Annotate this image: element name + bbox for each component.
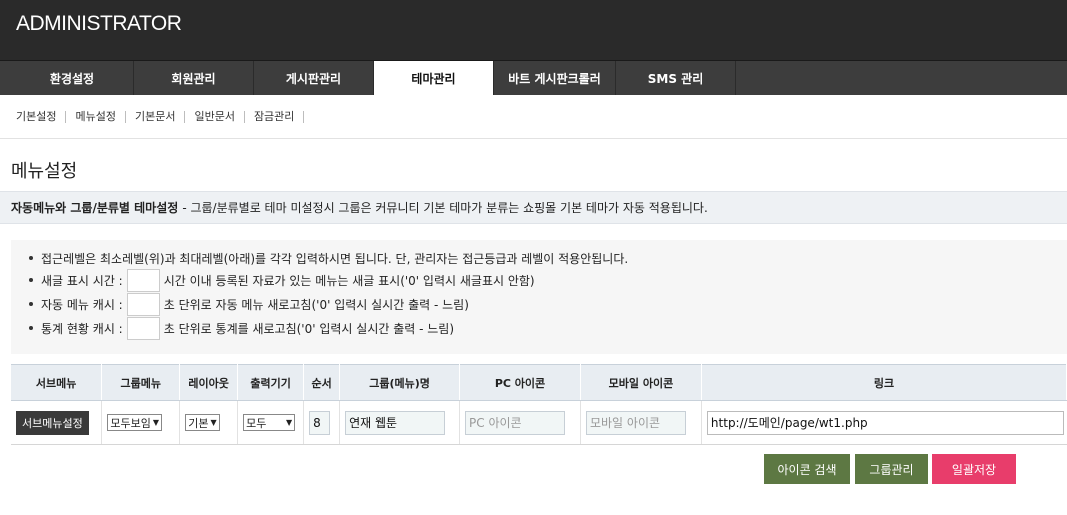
menu-cache-input[interactable] (126, 292, 160, 316)
snb-basic-docs[interactable]: 기본문서 (130, 110, 186, 123)
order-input[interactable]: 8 (309, 410, 331, 435)
top-header: ADMINISTRATOR (0, 0, 1067, 60)
dropdown-arrow-icon: ▼ (152, 418, 159, 427)
main-nav: 환경설정 회원관리 게시판관리 테마관리 바트 게시판크롤러 SMS 관리 (0, 60, 1067, 95)
notice-bar: 자동메뉴와 그룹/분류별 테마설정 - 그룹/분류별로 테마 미설정시 그룹은 … (0, 191, 1067, 224)
col-header: 그룹메뉴 (101, 364, 181, 401)
table-row: 서브메뉴설정 모두보임 ▼ 기본 ▼ 모두 ▼ 8 연재 웹툰 PC 아이콘 모바일 … (11, 400, 1067, 445)
col-header: 모바일 아이콘 (580, 364, 702, 401)
info-line-3: 자동 메뉴 캐시 : 초 단위로 자동 메뉴 새로고침('0' 입력시 실시간 … (29, 292, 1067, 316)
notice-text: - 그룹/분류별로 테마 미설정시 그룹은 커뮤니티 기본 테마가 분류는 쇼핑… (182, 201, 708, 215)
info-line-2: 새글 표시 시간 : 시간 이내 등록된 자료가 있는 메뉴는 새글 표시('0… (29, 268, 1067, 292)
icon-search-button[interactable]: 아이콘 검색 (764, 454, 850, 484)
snb-lock-management[interactable]: 잠금관리 (249, 110, 305, 123)
col-header: PC 아이콘 (459, 364, 581, 401)
tab-sms[interactable]: SMS 관리 (616, 61, 736, 95)
col-header: 그룹(메뉴)명 (339, 364, 461, 401)
info-line-4: 통계 현황 캐시 : 초 단위로 통계를 새로고침('0' 입력시 실시간 출력… (29, 316, 1067, 340)
snb-general-docs[interactable]: 일반문서 (189, 110, 245, 123)
group-manage-button[interactable]: 그룹관리 (855, 454, 928, 484)
col-header: 출력기기 (237, 364, 305, 401)
snb-basic-settings[interactable]: 기본설정 (11, 110, 67, 123)
dropdown-arrow-icon: ▼ (285, 418, 293, 427)
tab-environment[interactable]: 환경설정 (11, 61, 134, 95)
menu-name-input[interactable]: 연재 웹툰 (345, 410, 446, 435)
bullet-icon (29, 302, 33, 306)
bullet-icon (29, 256, 33, 260)
save-all-button[interactable]: 일괄저장 (932, 454, 1016, 484)
bullet-icon (29, 326, 33, 330)
action-buttons: 아이콘 검색 그룹관리 일괄저장 (0, 454, 1067, 484)
tab-boards[interactable]: 게시판관리 (254, 61, 374, 95)
dropdown-arrow-icon: ▼ (210, 418, 217, 427)
col-header: 링크 (701, 364, 1067, 401)
snb-menu-settings[interactable]: 메뉴설정 (70, 110, 126, 123)
layout-select[interactable]: 기본 ▼ (185, 414, 220, 431)
submenu-settings-button[interactable]: 서브메뉴설정 (16, 410, 89, 435)
table-header-row: 서브메뉴 그룹메뉴 레이아웃 출력기기 순서 그룹(메뉴)명 PC 아이콘 모바… (11, 364, 1067, 401)
bullet-icon (29, 278, 33, 282)
admin-title: ADMINISTRATOR (16, 12, 182, 35)
info-line-1: 접근레벨은 최소레벨(위)과 최대레벨(아래)를 각각 입력하시면 됩니다. 단… (29, 248, 1067, 268)
tab-members[interactable]: 회원관리 (134, 61, 254, 95)
col-header: 서브메뉴 (11, 364, 103, 401)
sub-nav: 기본설정 메뉴설정 기본문서 일반문서 잠금관리 (0, 95, 1067, 139)
menu-table: 서브메뉴 그룹메뉴 레이아웃 출력기기 순서 그룹(메뉴)명 PC 아이콘 모바… (11, 364, 1067, 445)
link-input[interactable]: http://도메인/page/wt1.php (706, 410, 1064, 435)
new-post-hours-input[interactable] (126, 268, 160, 292)
page-title: 메뉴설정 (11, 161, 78, 182)
pc-icon-input[interactable]: PC 아이콘 (465, 410, 566, 435)
col-header: 순서 (303, 364, 341, 401)
group-menu-select[interactable]: 모두보임 ▼ (107, 414, 162, 431)
tab-crawler[interactable]: 바트 게시판크롤러 (494, 61, 616, 95)
stats-cache-input[interactable] (126, 316, 160, 340)
tab-theme[interactable]: 테마관리 (374, 61, 494, 95)
notice-strong: 자동메뉴와 그룹/분류별 테마설정 (11, 201, 179, 215)
mobile-icon-input[interactable]: 모바일 아이콘 (585, 410, 686, 435)
info-box: 접근레벨은 최소레벨(위)과 최대레벨(아래)를 각각 입력하시면 됩니다. 단… (11, 240, 1067, 354)
col-header: 레이아웃 (179, 364, 239, 401)
device-select[interactable]: 모두 ▼ (243, 414, 296, 431)
